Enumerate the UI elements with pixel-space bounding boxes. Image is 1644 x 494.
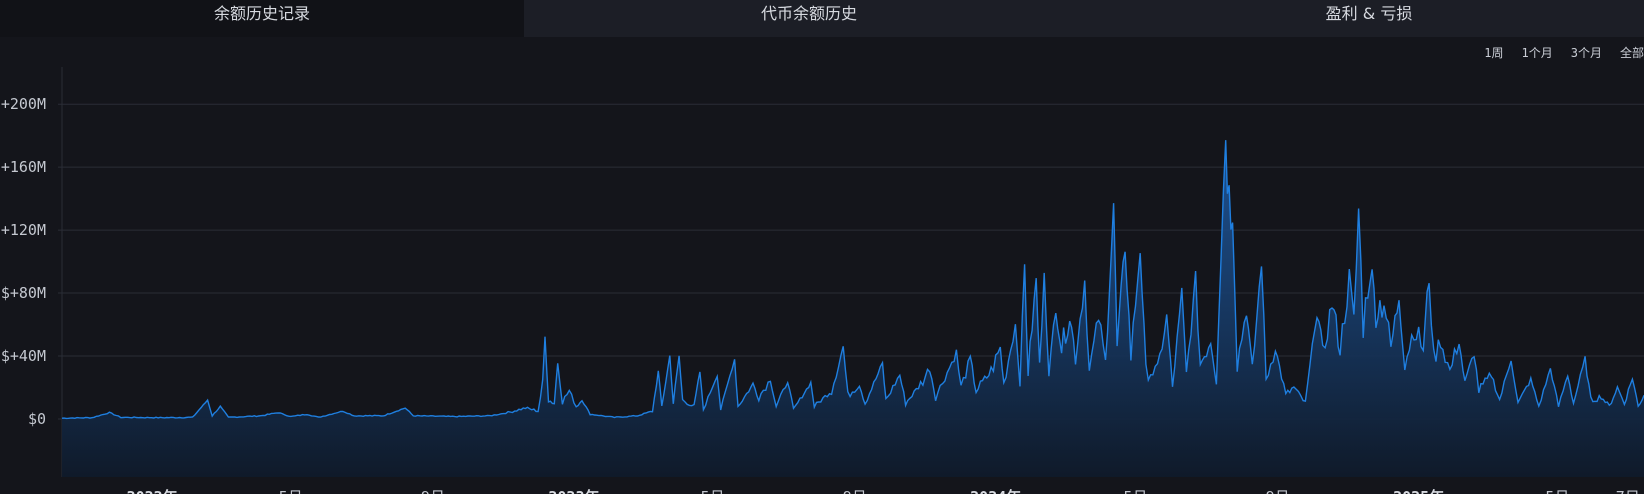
tab-bar: 余额历史记录 代币余额历史 盈利 & 亏损	[0, 0, 1644, 37]
y-tick-label: +160M	[1, 158, 46, 176]
y-tick-label: $0	[28, 410, 46, 428]
y-tick-label: +120M	[1, 221, 46, 239]
x-tick-label: 5月	[279, 488, 303, 494]
tab-token-balance-history[interactable]: 代币余额历史	[524, 0, 1094, 37]
y-tick-label: $+80M	[1, 284, 46, 302]
balance-chart-svg: $0 $+40M $+80M +120M +160M +200M 2022年 5月 9月 2023…	[1, 67, 1644, 494]
tab-balance-history[interactable]: 余额历史记录	[0, 0, 524, 37]
balance-area-fill	[62, 140, 1644, 477]
x-tick-label: 9月	[843, 488, 867, 494]
x-tick-label: 5月	[1545, 488, 1569, 494]
x-tick-label: 2025年	[1393, 488, 1444, 494]
x-tick-label: 9月	[421, 488, 445, 494]
y-tick-label: $+40M	[1, 347, 46, 365]
x-tick-label: 7日	[1616, 488, 1640, 494]
x-tick-label: 2022年	[127, 488, 178, 494]
x-tick-label: 5月	[1124, 488, 1148, 494]
x-tick-label: 5月	[701, 488, 725, 494]
balance-chart: $0 $+40M $+80M +120M +160M +200M 2022年 5月 9月 2023…	[0, 37, 1644, 494]
x-tick-label: 9月	[1266, 488, 1290, 494]
balance-history-panel: 余额历史记录 代币余额历史 盈利 & 亏损 1周 1个月 3个月 全部 $0 $+…	[0, 0, 1644, 494]
x-tick-label: 2023年	[548, 488, 599, 494]
tab-profit-loss[interactable]: 盈利 & 亏损	[1094, 0, 1644, 37]
x-tick-label: 2024年	[970, 488, 1021, 494]
y-tick-label: +200M	[1, 95, 46, 113]
